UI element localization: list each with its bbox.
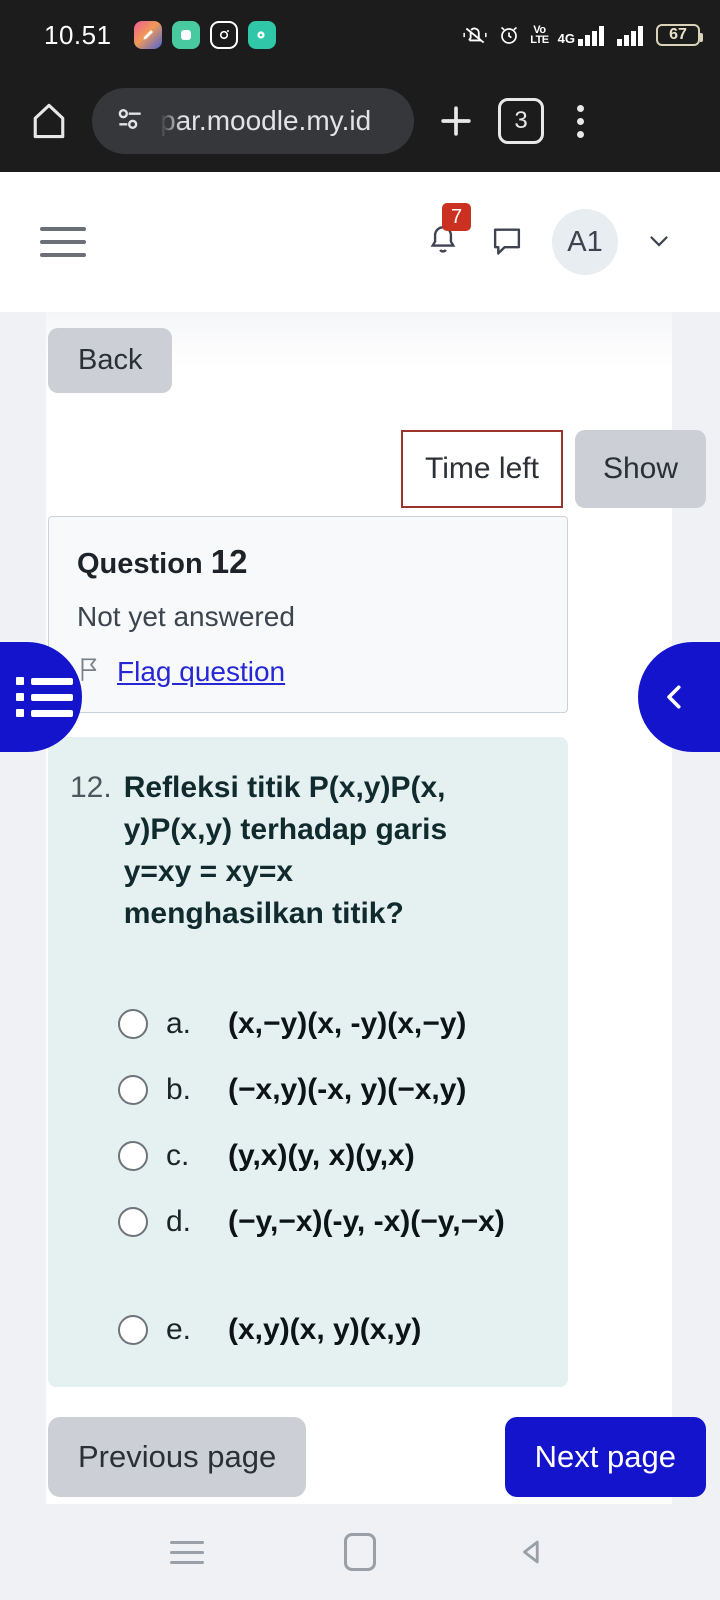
notification-app-icons	[133, 21, 276, 49]
answer-text: (y,x)(y, x)(y,x)	[228, 1139, 415, 1172]
question-list-number: 12.	[70, 771, 112, 804]
notification-badge: 7	[442, 202, 472, 231]
status-clock: 10.51	[44, 19, 112, 50]
answer-option-a[interactable]: a. (x,−y)(x, -y)(x,−y)	[70, 991, 546, 1057]
question-text-line-1: Refleksi titik P(x,y)P(x,	[123, 771, 446, 804]
home-icon[interactable]	[22, 99, 76, 143]
radio-icon[interactable]	[118, 1315, 148, 1345]
signal-4g-icon: 4G	[558, 24, 608, 46]
question-title-prefix: Question	[77, 548, 203, 580]
app-icon-4	[247, 21, 276, 49]
radio-icon[interactable]	[118, 1009, 148, 1039]
answer-text: (−x,y)(-x, y)(−x,y)	[228, 1073, 467, 1106]
question-info-card: Question 12 Not yet answered Flag questi…	[48, 516, 568, 713]
question-text: Refleksi titik P(x,y)P(x, y)P(x,y) terha…	[124, 767, 447, 935]
question-title: Question 12	[77, 543, 539, 581]
question-text-line-3: y=xy = xy=x	[123, 855, 294, 888]
android-nav-bar	[0, 1504, 720, 1600]
time-left-box: Time left	[401, 430, 563, 508]
tab-count-button[interactable]: 3	[498, 98, 544, 144]
flag-icon	[77, 655, 103, 688]
radio-icon[interactable]	[118, 1075, 148, 1105]
url-bar[interactable]: par.moodle.my.id	[92, 88, 414, 154]
app-icon-1	[133, 21, 162, 49]
messages-button[interactable]	[488, 221, 526, 264]
battery-icon: 67	[656, 24, 703, 46]
answer-text: (x,y)(x, y)(x,y)	[228, 1313, 422, 1346]
answer-option-c[interactable]: c. (y,x)(y, x)(y,x)	[70, 1123, 546, 1189]
answer-key: d.	[166, 1205, 192, 1238]
question-body-card: 12. Refleksi titik P(x,y)P(x, y)P(x,y) t…	[48, 737, 568, 1387]
browser-toolbar: par.moodle.my.id 3	[0, 70, 720, 172]
recents-icon[interactable]	[170, 1540, 204, 1564]
answer-text: (−y,−x)(-y, -x)(−y,−x)	[228, 1205, 505, 1238]
question-status: Not yet answered	[77, 601, 295, 632]
notifications-button[interactable]: 7	[424, 202, 472, 264]
show-button[interactable]: Show	[574, 430, 706, 508]
answer-option-d[interactable]: d. (−y,−x)(-y, -x)(−y,−x)	[70, 1189, 546, 1255]
answer-text: (x,−y)(x, -y)(x,−y)	[228, 1007, 467, 1040]
status-bar-left: 10.51	[44, 20, 276, 51]
instagram-icon	[209, 21, 238, 49]
signal-bars-icon	[617, 24, 647, 46]
question-text-line-4: menghasilkan titik?	[123, 897, 404, 930]
android-status-bar: 10.51 Vo LTE 4G 67	[0, 0, 720, 70]
alarm-icon	[497, 23, 521, 47]
list-icon	[15, 677, 73, 717]
pager-row: Previous page Next page	[48, 1417, 706, 1497]
flag-question-link[interactable]: Flag question	[117, 656, 285, 688]
moodle-header: 7 A1	[0, 172, 720, 312]
flag-question-row[interactable]: Flag question	[77, 655, 539, 688]
question-text-row: 12. Refleksi titik P(x,y)P(x, y)P(x,y) t…	[70, 767, 546, 935]
previous-page-button[interactable]: Previous page	[48, 1417, 307, 1497]
radio-icon[interactable]	[118, 1207, 148, 1237]
question-text-line-2: y)P(x,y) terhadap garis	[123, 813, 448, 846]
answer-option-e[interactable]: e. (x,y)(x, y)(x,y)	[70, 1297, 546, 1363]
header-actions: 7 A1	[424, 202, 674, 275]
kebab-menu-icon[interactable]	[560, 104, 600, 138]
answer-options: a. (x,−y)(x, -y)(x,−y) b. (−x,y)(-x, y)(…	[70, 991, 546, 1363]
back-triangle-icon[interactable]	[516, 1535, 550, 1569]
url-text: par.moodle.my.id	[160, 105, 372, 136]
radio-icon[interactable]	[118, 1141, 148, 1171]
question-number: 12	[210, 543, 248, 580]
app-icon-2	[171, 21, 200, 49]
answer-key: c.	[166, 1139, 190, 1172]
avatar[interactable]: A1	[552, 209, 618, 275]
home-square-icon[interactable]	[344, 1533, 376, 1571]
timer-row: Time left Show	[0, 430, 720, 508]
answer-key: e.	[166, 1313, 192, 1346]
answer-option-b[interactable]: b. (−x,y)(-x, y)(−x,y)	[70, 1057, 546, 1123]
status-bar-right: Vo LTE 4G 67	[462, 22, 703, 48]
hamburger-icon[interactable]	[40, 227, 86, 257]
plus-icon[interactable]	[430, 99, 482, 143]
page-body: Back Time left Show Question 12 Not yet …	[0, 312, 720, 1504]
answer-key: a.	[166, 1007, 192, 1040]
back-button[interactable]: Back	[48, 328, 173, 393]
next-page-button[interactable]: Next page	[504, 1417, 706, 1497]
answer-key: b.	[166, 1073, 192, 1106]
site-settings-icon[interactable]	[114, 103, 146, 140]
chevron-down-icon[interactable]	[644, 225, 674, 260]
volte-icon: Vo LTE	[530, 24, 549, 46]
silent-vibrate-icon	[462, 22, 488, 48]
